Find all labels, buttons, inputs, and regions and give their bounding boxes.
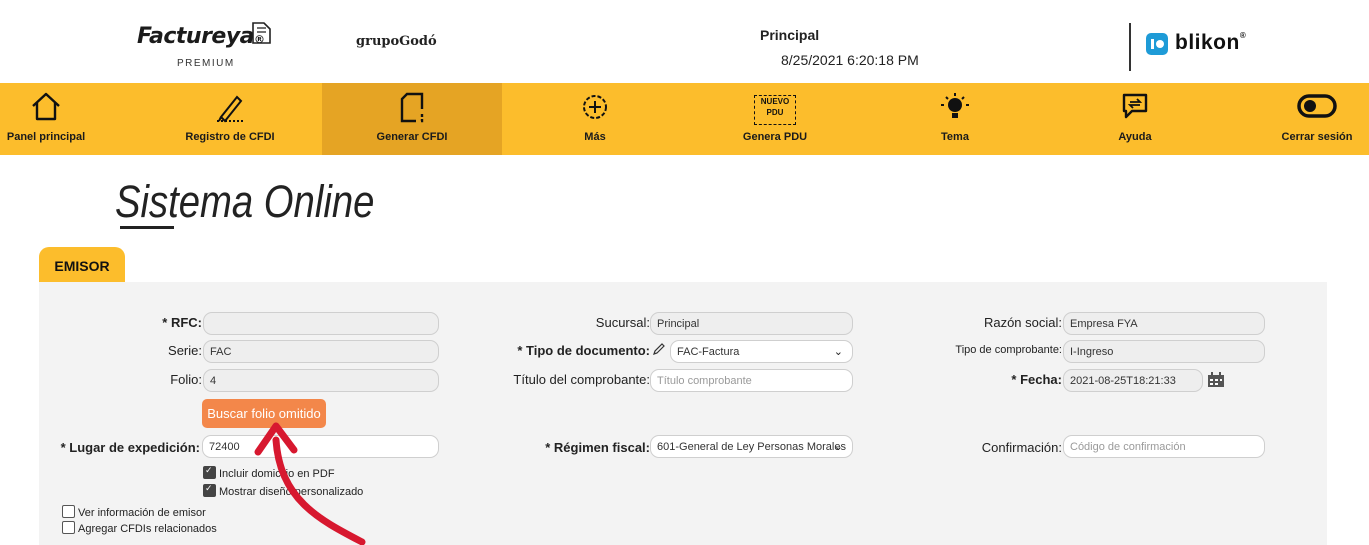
- sucursal-field[interactable]: Principal: [650, 312, 853, 335]
- fecha-label: * Fecha:: [1011, 372, 1062, 387]
- premium-label: PREMIUM: [177, 58, 235, 69]
- annotation-arrow-icon: [254, 422, 366, 545]
- nav-registro-cfdi[interactable]: Registro de CFDI: [160, 83, 300, 155]
- nav-ayuda[interactable]: Ayuda: [1085, 83, 1185, 155]
- blikon-logo-icon: [1146, 33, 1168, 55]
- chevron-down-icon: ⌄: [833, 441, 843, 453]
- rfc-label: * RFC:: [162, 315, 202, 330]
- confirmacion-label: Confirmación:: [981, 440, 1062, 455]
- agregar-cfdis-relacionados-checkbox[interactable]: Agregar CFDIs relacionados: [62, 521, 217, 535]
- ver-informacion-emisor-checkbox[interactable]: Ver información de emisor: [62, 505, 206, 519]
- nav-generar-cfdi[interactable]: Generar CFDI: [322, 83, 502, 155]
- edit-pencil-icon[interactable]: [652, 342, 666, 356]
- tipo-comprobante-label: Tipo de comprobante:: [955, 344, 1062, 356]
- serie-label: Serie:: [168, 343, 202, 358]
- title-underline: [120, 226, 174, 229]
- home-icon: [32, 92, 60, 121]
- checkbox-empty-icon: [62, 521, 75, 534]
- nav-tema[interactable]: Tema: [905, 83, 1005, 155]
- document-logo-icon: [252, 22, 271, 44]
- nav-panel-principal[interactable]: Panel principal: [0, 83, 96, 155]
- branch-name: Principal: [760, 27, 820, 43]
- toggle-icon: [1297, 94, 1337, 118]
- blikon-logo: blikon®: [1175, 31, 1247, 54]
- lugar-expedicion-label: * Lugar de expedición:: [60, 440, 200, 455]
- razon-social-label: Razón social:: [983, 315, 1062, 330]
- tipo-documento-select[interactable]: FAC-Factura ⌄: [670, 340, 853, 363]
- folio-field[interactable]: 4: [203, 369, 439, 392]
- rfc-field[interactable]: [203, 312, 439, 335]
- current-datetime: 8/25/2021 6:20:18 PM: [781, 52, 919, 68]
- factureya-logo: Factureya®: [137, 24, 265, 49]
- tab-emisor[interactable]: EMISOR: [39, 247, 125, 282]
- checkbox-checked-icon: [203, 483, 216, 497]
- sucursal-label: Sucursal:: [595, 315, 650, 330]
- checkbox-checked-icon: [203, 465, 216, 479]
- checkbox-empty-icon: [62, 505, 75, 518]
- lightbulb-icon: [941, 93, 969, 118]
- tipo-documento-label: * Tipo de documento:: [517, 343, 650, 358]
- folio-label: Folio:: [170, 372, 202, 387]
- new-pdu-icon: NUEVO PDU: [754, 95, 796, 125]
- titulo-comprobante-label: Título del comprobante:: [513, 372, 650, 387]
- grupogodo-logo: grupoGodó: [356, 34, 437, 49]
- main-nav: Panel principal Registro de CFDI Generar…: [0, 83, 1369, 155]
- serie-field[interactable]: FAC: [203, 340, 439, 363]
- tipo-comprobante-field[interactable]: I-Ingreso: [1063, 340, 1265, 363]
- chat-help-icon: [1122, 93, 1148, 119]
- calendar-icon[interactable]: [1207, 372, 1225, 388]
- razon-social-field[interactable]: Empresa FYA: [1063, 312, 1265, 335]
- header-divider: [1129, 23, 1131, 71]
- nav-genera-pdu[interactable]: NUEVO PDU Genera PDU: [710, 83, 840, 155]
- titulo-comprobante-field[interactable]: Título comprobante: [650, 369, 853, 392]
- fecha-field[interactable]: 2021-08-25T18:21:33: [1063, 369, 1203, 392]
- plus-circle-icon: [583, 95, 607, 119]
- document-icon: [400, 92, 424, 123]
- nav-cerrar-sesion[interactable]: Cerrar sesión: [1265, 83, 1369, 155]
- confirmacion-field[interactable]: Código de confirmación: [1063, 435, 1265, 458]
- regimen-fiscal-select[interactable]: 601-General de Ley Personas Morales ⌄: [650, 435, 853, 458]
- regimen-fiscal-label: * Régimen fiscal:: [545, 440, 650, 455]
- pencil-icon: [217, 95, 243, 123]
- page-title: Sistema Online: [115, 176, 375, 227]
- nav-mas[interactable]: Más: [545, 83, 645, 155]
- chevron-down-icon: ⌄: [833, 346, 843, 358]
